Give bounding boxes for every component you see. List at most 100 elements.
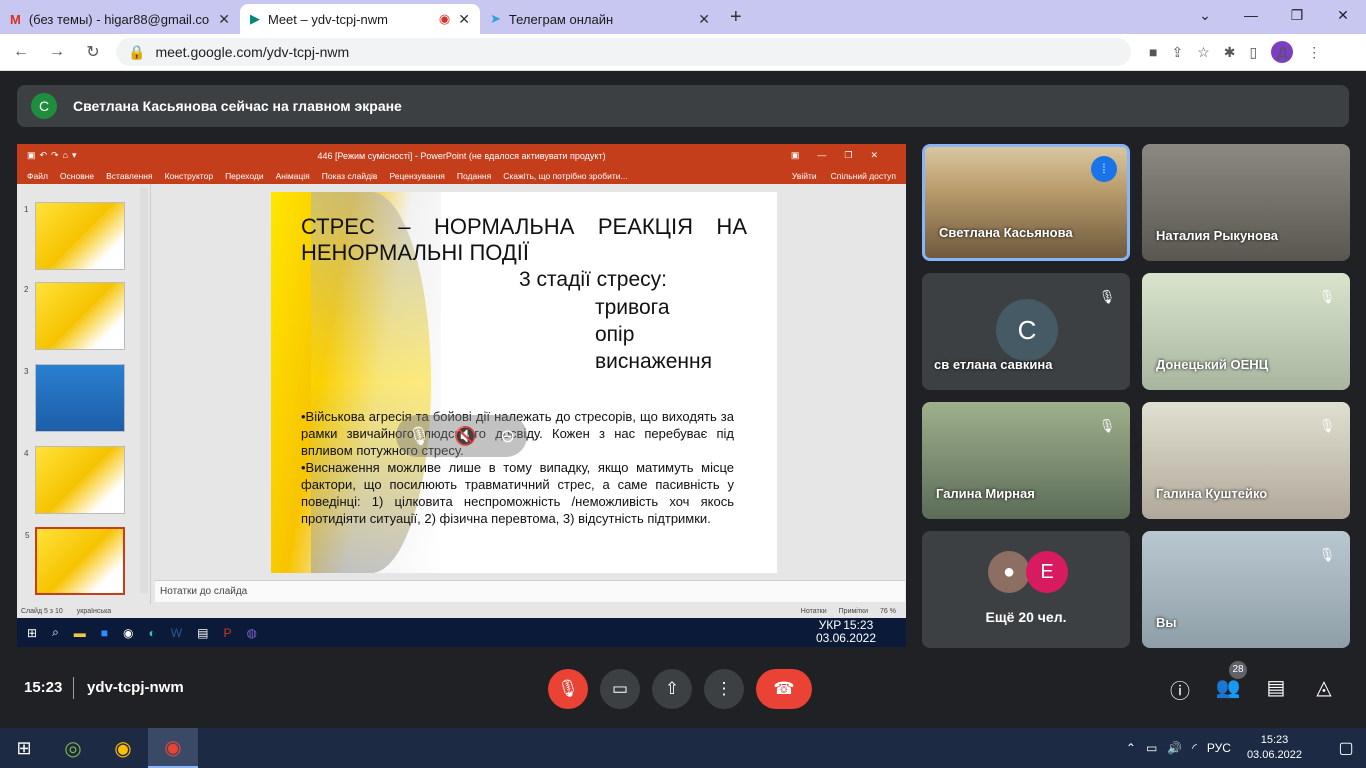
reload-icon[interactable]: ↻ — [78, 42, 108, 62]
ribbon-tab: Конструктор — [164, 170, 214, 181]
url-text: meet.google.com/ydv-tcpj-nwm — [155, 44, 350, 60]
url-field[interactable]: 🔒 meet.google.com/ydv-tcpj-nwm — [116, 38, 1131, 66]
close-icon[interactable]: ✕ — [458, 11, 470, 28]
more-options-button[interactable]: ⋮ — [704, 669, 744, 709]
close-icon[interactable]: ✕ — [218, 11, 230, 28]
chrome-active-icon[interactable]: ◉ — [148, 728, 198, 768]
mic-off-icon[interactable]: 🎙 — [408, 426, 431, 447]
browser-tab-strip: M (без темы) - higar88@gmail.com ✕ ▶ Mee… — [0, 0, 1366, 34]
minimize-button[interactable]: — — [1228, 0, 1274, 30]
notes-toggle: Нотатки — [800, 607, 827, 615]
bookmark-star-icon[interactable]: ☆ — [1197, 44, 1210, 61]
zoom-icon: ■ — [100, 625, 109, 640]
forward-icon[interactable]: → — [42, 43, 72, 61]
participant-name: Галина Мирная — [936, 486, 1035, 501]
language: українська — [76, 607, 112, 615]
windows-icon: ⊞ — [27, 625, 38, 640]
slide-title: СТРЕС – НОРМАЛЬНА РЕАКЦІЯ НА НЕНОРМАЛЬНІ… — [301, 214, 747, 265]
meeting-time: 15:23 — [24, 679, 63, 696]
battery-icon[interactable]: ▭ — [1146, 741, 1157, 755]
present-button[interactable]: ⇧ — [652, 669, 692, 709]
participant-name: св етлана савкина — [934, 357, 1053, 372]
mic-off-button[interactable]: 🎙 — [548, 669, 588, 709]
app-icon[interactable]: ◎ — [48, 728, 98, 768]
participant-name: Галина Куштейко — [1156, 486, 1268, 501]
ribbon-tab: Переходи — [225, 170, 264, 181]
tab-gmail[interactable]: M (без темы) - higar88@gmail.com ✕ — [0, 4, 240, 34]
new-tab-button[interactable]: + — [730, 6, 742, 29]
slide-thumbnail: 4 — [24, 446, 125, 514]
stage-item: опір — [595, 323, 635, 346]
slide-thumbnail-selected: 5 — [25, 527, 125, 595]
shared-screen: ▣↶↷⌂▾ 446 [Режим сумісності] - PowerPoin… — [17, 144, 906, 618]
chevron-up-icon[interactable]: ⌃ — [1126, 741, 1136, 755]
close-window-button[interactable]: ✕ — [1320, 0, 1366, 30]
participant-tile[interactable]: 🎙 Галина Мирная — [922, 402, 1130, 519]
time: 15:23 — [1260, 734, 1289, 746]
chat-icon[interactable]: ▤ — [1262, 675, 1290, 700]
volume-icon[interactable]: 🔊 — [1167, 741, 1182, 755]
powerpoint-workspace: 1 2 3 4 5 СТРЕС – НОРМАЛЬНА РЕАКЦІЯ НА Н… — [17, 184, 906, 604]
self-tile[interactable]: 🎙 Вы — [1142, 531, 1350, 648]
slide-thumbnail: 3 — [24, 364, 125, 432]
folder-icon: ▬ — [73, 625, 86, 640]
powerpoint-status-bar: Слайд 5 з 10 українська Нотатки Примітки… — [17, 604, 906, 618]
camera-button[interactable]: ▭ — [600, 669, 640, 709]
notes-pane: Нотатки до слайда — [155, 580, 905, 602]
tab-meet[interactable]: ▶ Meet – ydv-tcpj-nwm ◉ ✕ — [240, 4, 480, 34]
participant-tile[interactable]: 🎙 Галина Куштейко — [1142, 402, 1350, 519]
avatar: С — [996, 299, 1058, 361]
powerpoint-ribbon: Файл Основне Вставлення Конструктор Пере… — [17, 167, 906, 184]
network-icon[interactable]: ◜ — [1192, 741, 1197, 755]
slide-thumbnail: 2 — [24, 282, 125, 350]
notifications-icon[interactable]: ▢ — [1326, 738, 1366, 758]
presenter-overlay-controls: 🎙 🔇 ⊖ — [396, 415, 527, 457]
participant-tile[interactable]: 🎙 Донецький ОЕНЦ — [1142, 273, 1350, 390]
participant-name: Светлана Касьянова — [939, 225, 1073, 240]
window-controls: ▣—❐✕ — [790, 150, 896, 160]
more-vert-icon[interactable]: ⋮ — [1307, 44, 1321, 61]
slide-counter: Слайд 5 з 10 — [21, 607, 63, 615]
language-indicator[interactable]: РУС — [1207, 741, 1231, 755]
mic-off-icon: 🎙 — [1098, 418, 1116, 433]
tell-me-field: Скажіть, що потрібно зробити... — [503, 170, 628, 181]
speaking-icon: ⦙ — [1091, 156, 1117, 182]
info-icon[interactable]: ⓘ — [1166, 675, 1194, 704]
tab-telegram[interactable]: ➤ Телеграм онлайн ✕ — [480, 4, 720, 34]
more-participants-tile[interactable]: ● Е Ещё 20 чел. — [922, 531, 1130, 648]
participant-tile[interactable]: Наталия Рыкунова — [1142, 144, 1350, 261]
presenter-banner: С Светлана Касьянова сейчас на главном э… — [17, 85, 1349, 127]
banner-text: Светлана Касьянова сейчас на главном экр… — [73, 98, 402, 114]
ribbon-tab: Анімація — [275, 170, 310, 181]
back-icon[interactable]: ← — [6, 43, 36, 61]
restore-button[interactable]: ❐ — [1274, 0, 1320, 30]
participant-tile[interactable]: 🎙 С св етлана савкина — [922, 273, 1130, 390]
tab-title: Телеграм онлайн — [508, 11, 614, 27]
chrome-icon[interactable]: ◉ — [98, 728, 148, 768]
slide-subtitle: 3 стадії стресу: — [519, 268, 667, 291]
search-icon: ⌕ — [52, 625, 59, 639]
profile-avatar[interactable]: Д — [1271, 41, 1294, 63]
gmail-icon: M — [10, 11, 21, 27]
tab-title: (без темы) - higar88@gmail.com — [28, 11, 211, 27]
taskbar-clock[interactable]: 15:23 03.06.2022 — [1247, 733, 1302, 763]
windows-start-icon[interactable]: ⊞ — [0, 738, 48, 759]
system-tray: ⌃ ▭ 🔊 ◜ РУС 15:23 03.06.2022 ▢ — [1126, 733, 1366, 763]
mic-off-icon: 🎙 — [1318, 547, 1336, 562]
ribbon-tab: Файл — [27, 170, 48, 181]
camera-icon[interactable]: ■ — [1149, 44, 1157, 60]
avatar: Е — [1026, 551, 1068, 593]
close-icon[interactable]: ✕ — [698, 11, 710, 28]
participant-tile[interactable]: ⦙ Светлана Касьянова — [922, 144, 1130, 261]
side-panel-icon[interactable]: ▯ — [1250, 44, 1258, 61]
chevron-down-icon[interactable]: ⌄ — [1182, 0, 1228, 30]
current-slide: СТРЕС – НОРМАЛЬНА РЕАКЦІЯ НА НЕНОРМАЛЬНІ… — [271, 192, 777, 573]
slide-thumbnail: 1 — [24, 202, 125, 270]
end-call-button[interactable]: ☎ — [756, 669, 812, 709]
activities-icon[interactable]: ◬ — [1310, 675, 1338, 700]
share-icon[interactable]: ⇪ — [1171, 44, 1183, 61]
remove-icon[interactable]: ⊖ — [500, 426, 515, 447]
app-icon: ▤ — [197, 625, 209, 640]
volume-off-icon[interactable]: 🔇 — [454, 426, 476, 447]
extensions-icon[interactable]: ✱ — [1224, 44, 1236, 61]
